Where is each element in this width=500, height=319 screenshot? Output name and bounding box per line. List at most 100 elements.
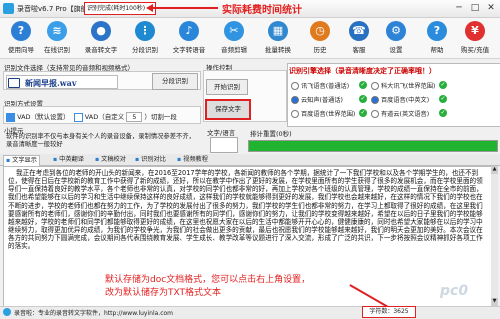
save-text-button[interactable]: 保存文字 <box>205 99 251 120</box>
segment-recognize-icon: ⋮ <box>135 21 155 41</box>
toolbar-label: 帮助 <box>430 46 444 54</box>
engine-option[interactable]: 百度语音(世界范围) <box>291 109 355 118</box>
toolbar-button-history[interactable]: ◷ 历史 <box>303 20 337 56</box>
tab-label: 识别对比 <box>141 156 166 163</box>
toolbar-button-online-recognize[interactable]: ≋ 在线识别 <box>40 20 74 56</box>
annotation-elapsed-time: 实际耗费时间统计 <box>222 5 302 16</box>
cart-icon: ¥ <box>465 21 485 41</box>
wizard-icon: ? <box>11 21 31 41</box>
language-label: 文字/语言 <box>207 129 236 137</box>
status-text: 录音啦：专业的录音转文字软件，http://www.luyinla.com <box>14 310 174 317</box>
batch-convert-icon: ▦ <box>268 21 288 41</box>
engine-option[interactable]: 百度语音(中英文) <box>371 95 429 104</box>
tab-video[interactable]: ▪ 视频教程 <box>175 155 210 165</box>
toolbar-label: 购买/充值 <box>460 46 490 54</box>
support-icon: ☎ <box>349 21 369 41</box>
tab-doc[interactable]: ▪ 文字显示 <box>3 155 40 166</box>
language-select[interactable] <box>210 137 238 153</box>
close-button[interactable]: ✕ <box>484 2 498 14</box>
engine-label: 云知声(普通话) <box>301 97 343 104</box>
toolbar-button-text-to-speech[interactable]: ♪ 文字转语音 <box>172 20 206 56</box>
start-label: 开始识别 <box>214 83 240 91</box>
toolbar-label: 分段识别 <box>132 46 158 54</box>
vad-default-label: VAD（默认设置） <box>17 113 70 121</box>
toolbar-button-support[interactable]: ☎ 客服 <box>342 20 376 56</box>
status-logo-icon <box>3 308 11 316</box>
annotation-save-format: 默认存储为doc文档格式，您可以点击右上角设置， 改为默认储存为TXT格式文本 <box>105 274 310 300</box>
toolbar-label: 录音转文字 <box>84 46 118 54</box>
tab-label: 中英翻译 <box>59 156 84 163</box>
engine-radio[interactable] <box>371 96 379 104</box>
vertical-scrollbar[interactable] <box>491 166 498 306</box>
maximize-button[interactable]: □ <box>468 2 482 14</box>
tab-translate[interactable]: ▪ 中英翻译 <box>51 155 86 165</box>
recognize-label: 分段识别 <box>162 77 188 85</box>
toolbar-button-record-to-text[interactable]: ● 录音转文字 <box>84 20 118 56</box>
vad-custom-checkbox[interactable] <box>73 112 83 122</box>
engine-radio[interactable] <box>371 110 379 118</box>
history-icon: ◷ <box>310 21 330 41</box>
annotation-line-2: 改为默认储存为TXT格式文本 <box>105 288 222 298</box>
toolbar-label: 设置 <box>389 46 403 54</box>
tab-label: 文字显示 <box>12 157 37 164</box>
seconds-input[interactable]: 5 <box>126 112 143 122</box>
progress-bar <box>248 140 498 152</box>
engine-label: 有道云(英文语音) <box>381 111 430 118</box>
minimize-button[interactable]: ─ <box>452 2 466 14</box>
engine-label: 百度语音(世界范围) <box>301 111 356 118</box>
check-icon: ✓ <box>439 109 447 117</box>
recognized-text: 我正在考虑到各位的老师的开山头的新闻来，在2016至2017学年的学校，各新闻的… <box>8 169 483 251</box>
engine-label: 百度语音(中英文) <box>381 97 430 104</box>
engine-radio[interactable] <box>291 110 299 118</box>
toolbar-button-segment-recognize[interactable]: ⋮ 分段识别 <box>128 20 162 56</box>
toolbar-label: 客服 <box>352 46 366 54</box>
cut-label: ）切割一段 <box>144 113 177 121</box>
app-logo-icon <box>3 3 14 14</box>
vad-custom-label: VAD（自定义 <box>84 113 125 121</box>
selected-file-field[interactable]: 新闻早报.wav <box>6 75 118 89</box>
progress-fill <box>249 141 497 151</box>
settings-icon: ⚙ <box>386 21 406 41</box>
engine-radio[interactable] <box>371 82 379 90</box>
toolbar-button-settings[interactable]: ⚙ 设置 <box>379 20 413 56</box>
annotation-line-1: 默认存储为doc文档格式，您可以点击右上角设置， <box>105 275 311 285</box>
engine-header: 识别引擎选择（录音清晰度决定了正确率哦！） <box>289 67 436 75</box>
toolbar-label: 使用向导 <box>8 46 34 54</box>
toolbar-button-cart[interactable]: ¥ 购买/充值 <box>458 20 492 56</box>
audio-edit-icon: ✂ <box>224 21 244 41</box>
engine-option[interactable]: 科大讯飞(世界范围) <box>371 81 435 90</box>
check-icon: ✓ <box>439 95 447 103</box>
progress-label: 排计重置(0秒) <box>250 130 292 138</box>
engine-radio[interactable] <box>291 82 299 90</box>
toolbar-button-batch-convert[interactable]: ▦ 批量转换 <box>261 20 295 56</box>
toolbar-button-wizard[interactable]: ? 使用向导 <box>4 20 38 56</box>
engine-option[interactable]: 云知声(普通话) <box>291 95 343 104</box>
text-to-speech-icon: ♪ <box>179 21 199 41</box>
character-count: 字符数：3625 <box>362 306 416 318</box>
tab-proofread[interactable]: ▪ 文稿校对 <box>93 155 128 165</box>
file-icon <box>8 78 20 88</box>
mode-options: VAD（默认设置） VAD（自定义 5 ）切割一段 <box>6 111 177 122</box>
engine-option[interactable]: 讯飞语音(普通话) <box>291 81 349 90</box>
toolbar-label: 在线识别 <box>44 46 70 54</box>
check-icon: ✓ <box>439 81 447 89</box>
watermark-logo: pc0 <box>440 283 469 299</box>
toolbar-label: 历史 <box>313 46 327 54</box>
toolbar-label: 批量转换 <box>265 46 291 54</box>
start-recognize-button[interactable]: 开始识别 <box>206 79 248 95</box>
toolbar-button-help[interactable]: ? 帮助 <box>420 20 454 56</box>
engine-label: 讯飞语音(普通话) <box>301 83 350 90</box>
tab-label: 文稿校对 <box>101 156 126 163</box>
tab-compare[interactable]: ▪ 识别对比 <box>133 155 168 165</box>
segment-recognize-button[interactable]: 分段识别 <box>152 73 198 90</box>
toolbar-label: 文字转语音 <box>172 46 206 54</box>
help-icon: ? <box>427 21 447 41</box>
online-recognize-icon: ≋ <box>47 21 67 41</box>
scroll-up-arrow-icon[interactable]: ▲ <box>491 166 498 174</box>
save-label: 保存文字 <box>215 105 241 113</box>
engine-radio[interactable] <box>291 96 299 104</box>
vad-default-checkbox[interactable] <box>6 112 15 122</box>
toolbar-button-audio-edit[interactable]: ✂ 音频剪辑 <box>217 20 251 56</box>
engine-option[interactable]: 有道云(英文语音) <box>371 109 429 118</box>
scroll-down-arrow-icon[interactable]: ▼ <box>491 298 498 306</box>
